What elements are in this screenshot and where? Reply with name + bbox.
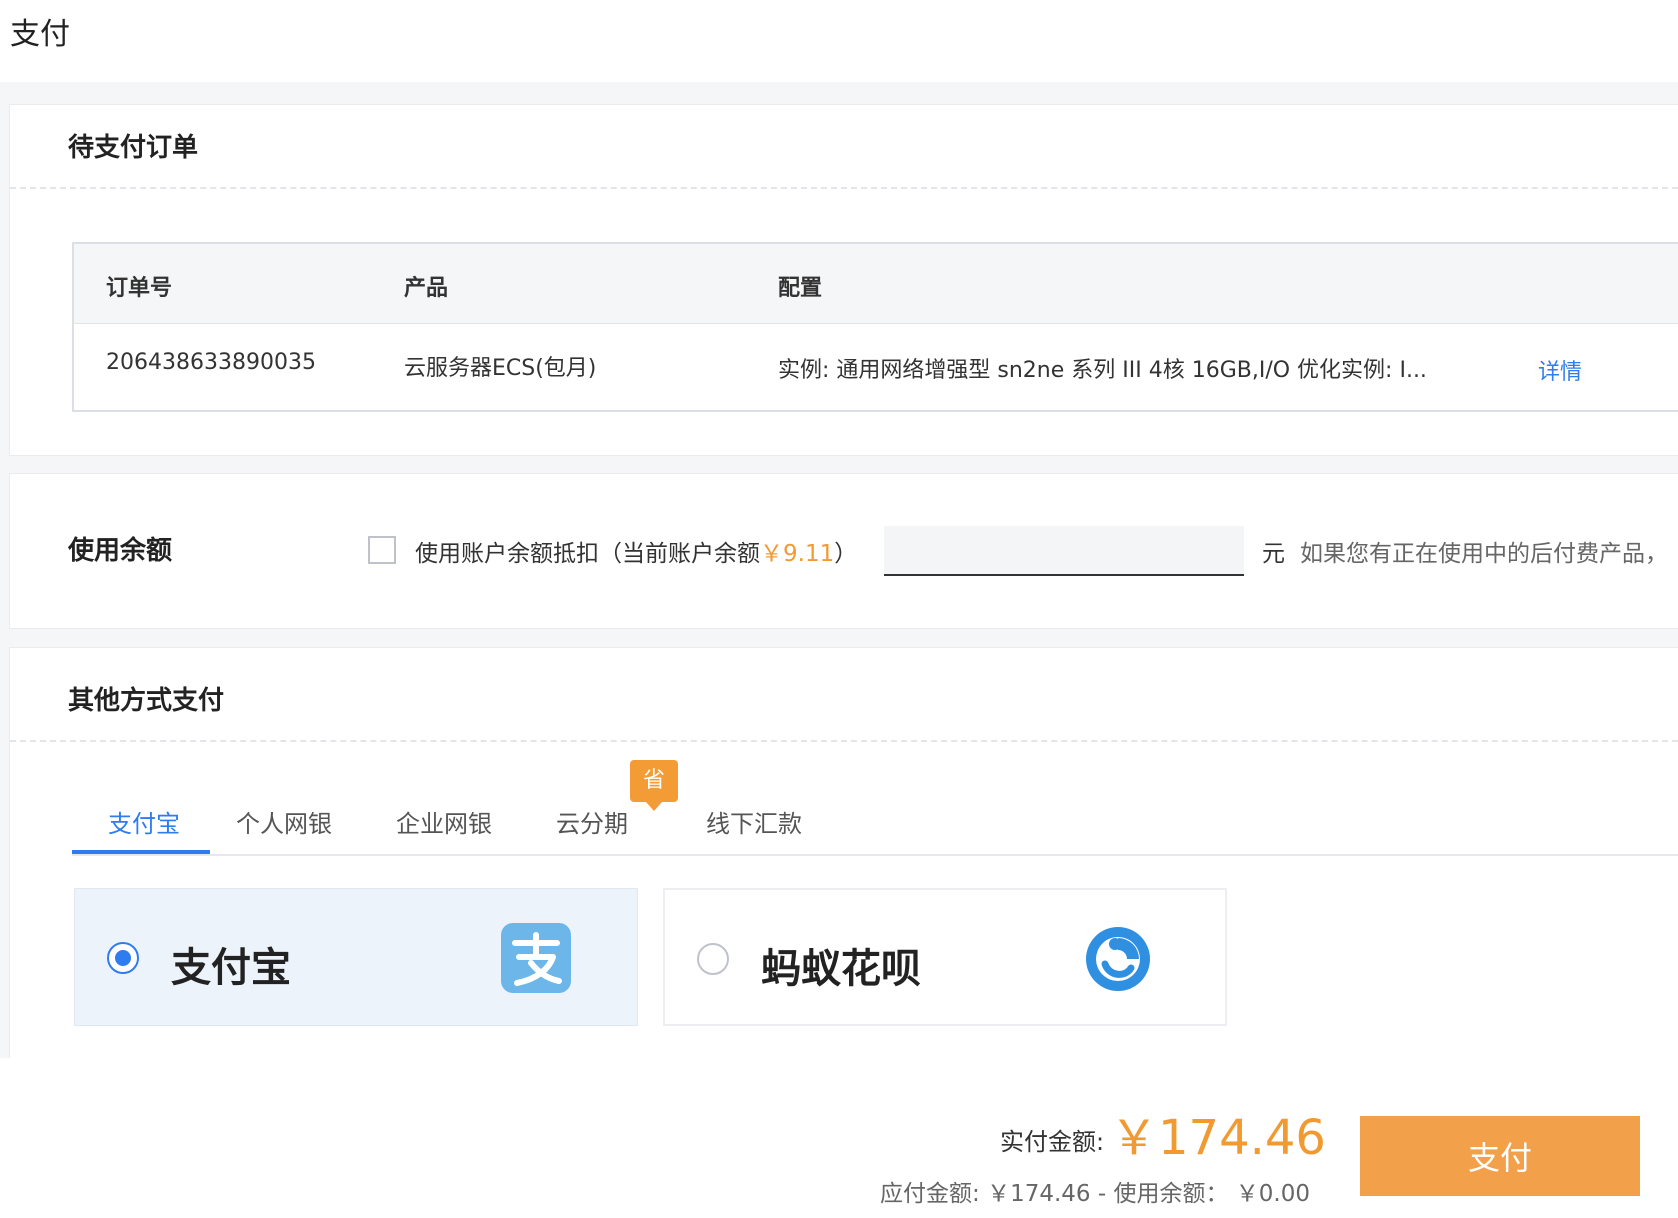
order-table: 订单号 产品 配置 206438633890035 云服务器ECS(包月) 实例… [72,242,1678,412]
actual-amount-value: ￥174.46 [1110,1110,1326,1166]
balance-used-label: 使用余额： [1113,1181,1229,1207]
other-payment-title: 其他方式支付 [68,686,225,716]
tab-enterprise-bank[interactable]: 企业网银 [396,804,492,839]
config-cell: 实例: 通用网络增强型 sn2ne 系列 III 4核 16GB,I/O 优化实… [778,358,1427,383]
pending-order-card: 待支付订单 订单号 产品 配置 206438633890035 云服务器ECS(… [10,105,1678,455]
payment-tabs: 支付宝 个人网银 企业网银 云分期 省 线下汇款 [72,760,1678,856]
payment-method-alipay[interactable]: 支付宝 [74,888,638,1026]
use-balance-card: 使用余额 使用账户余额抵扣（当前账户余额￥9.11） 元 如果您有正在使用中的后… [10,474,1678,628]
amount-breakdown: 应付金额: ￥174.46 - 使用余额： ￥0.00 [880,1174,1310,1208]
tab-personal-bank[interactable]: 个人网银 [236,804,332,839]
active-tab-underline [72,850,210,854]
divider [10,740,1678,742]
balance-note: 如果您有正在使用中的后付费产品， [1300,541,1668,567]
huabei-icon [1083,924,1153,994]
balance-label-prefix: 使用账户余额抵扣（当前账户余额 [415,541,760,567]
savings-badge: 省 [630,760,678,811]
divider [10,187,1678,189]
alipay-method-name: 支付宝 [171,945,291,991]
breakdown-separator: - [1097,1181,1107,1207]
huabei-method-name: 蚂蚁花呗 [761,946,921,992]
other-payment-card: 其他方式支付 支付宝 个人网银 企业网银 云分期 省 线下汇款 支付宝 蚂蚁花呗 [10,648,1678,1058]
order-id-cell: 206438633890035 [106,350,316,375]
balance-label-suffix: ） [834,541,858,567]
balance-used-amount: ￥0.00 [1235,1181,1311,1207]
top-header: 支付 [0,0,1678,82]
use-balance-label: 使用账户余额抵扣（当前账户余额￥9.11） [415,534,857,568]
alipay-radio[interactable] [107,942,139,974]
tab-installment[interactable]: 云分期 [556,804,628,839]
product-cell: 云服务器ECS(包月) [404,356,597,381]
payable-amount: ￥174.46 [987,1181,1091,1207]
payment-footer: 实付金额: ￥174.46 应付金额: ￥174.46 - 使用余额： ￥0.0… [0,1058,1678,1218]
detail-link[interactable]: 详情 [1538,354,1582,386]
use-balance-checkbox[interactable] [368,536,396,564]
current-balance-amount: ￥9.11 [760,541,835,567]
unit-label: 元 [1262,541,1285,567]
pending-order-title: 待支付订单 [68,133,199,163]
pay-button[interactable]: 支付 [1360,1116,1640,1196]
order-table-header: 订单号 产品 配置 [74,244,1678,324]
use-balance-title: 使用余额 [68,536,173,566]
balance-amount-input[interactable] [884,526,1244,576]
actual-amount-label: 实付金额: [1000,1128,1105,1156]
page-title: 支付 [10,17,70,52]
payable-label: 应付金额: [880,1181,980,1207]
payment-method-huabei[interactable]: 蚂蚁花呗 [663,888,1227,1026]
huabei-radio[interactable] [697,943,729,975]
column-product: 产品 [404,276,449,301]
tab-offline-transfer[interactable]: 线下汇款 [706,804,802,839]
column-config: 配置 [778,276,823,301]
tab-alipay[interactable]: 支付宝 [108,804,180,839]
alipay-icon [501,923,571,993]
column-order-id: 订单号 [106,276,173,301]
